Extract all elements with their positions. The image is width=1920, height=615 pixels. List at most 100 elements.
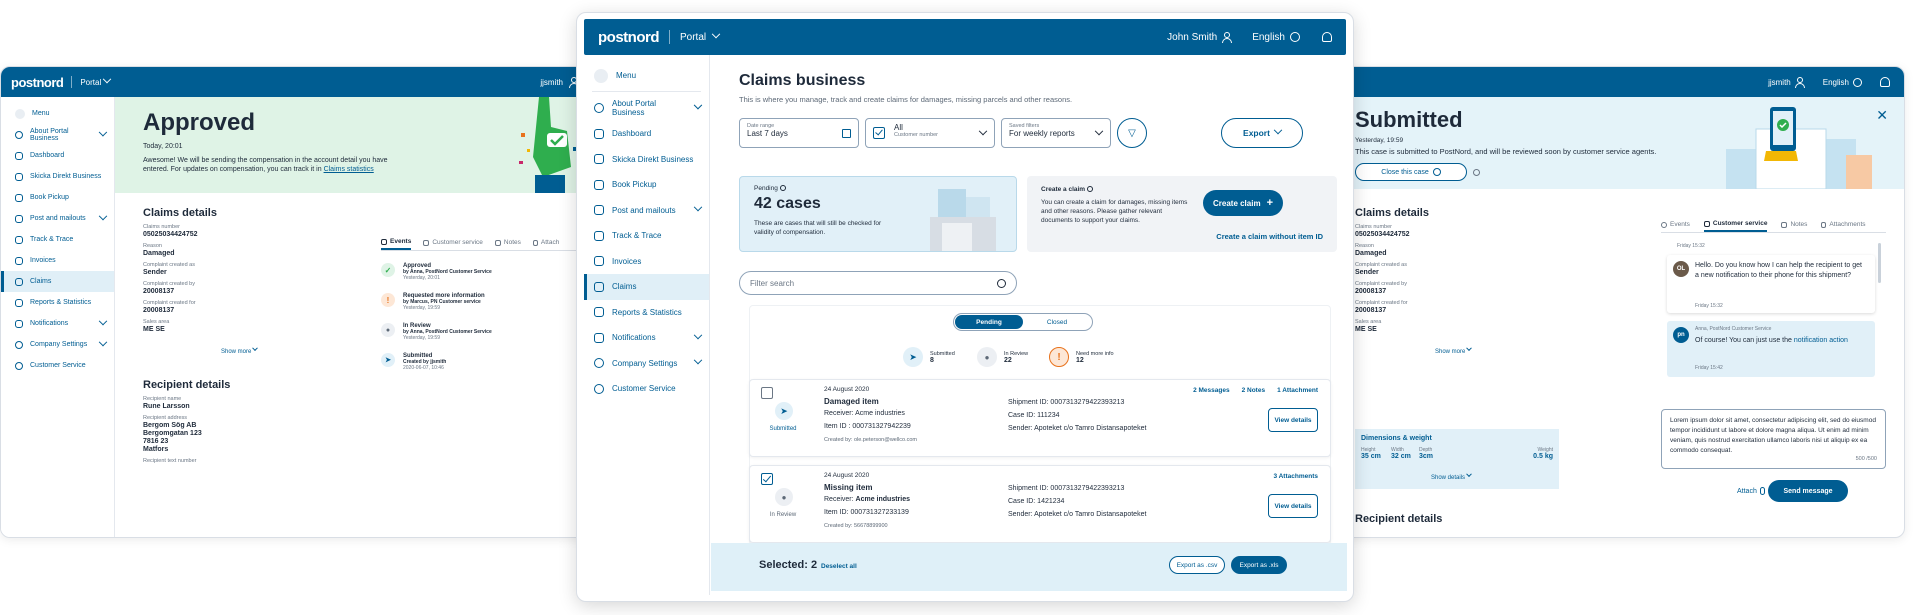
bell-icon[interactable] (1880, 77, 1890, 87)
info-icon[interactable] (1473, 169, 1480, 176)
chat-thread[interactable]: Friday 15:32 OL Hello. Do you know how I… (1667, 243, 1881, 391)
sidebar-item-about[interactable]: About Portal Business (1, 124, 114, 145)
notes-link[interactable]: 2 Notes (1242, 387, 1265, 394)
tab-customer-service[interactable]: Customer service (1703, 217, 1768, 232)
user-menu[interactable]: jjsmith (1768, 76, 1805, 88)
sidebar-item-post[interactable]: Post and mailouts (584, 198, 709, 224)
export-button[interactable]: Export (1221, 118, 1303, 148)
globe-icon (1853, 77, 1862, 87)
page-title: Claims business (739, 72, 866, 89)
sidebar-item-dashboard[interactable]: Dashboard (584, 121, 709, 147)
attachments-link[interactable]: 1 Attachment (1277, 387, 1318, 394)
view-details-button[interactable]: View details (1268, 494, 1318, 518)
sidebar-item-invoices[interactable]: Invoices (584, 249, 709, 275)
sidebar-item-skicka[interactable]: Skicka Direkt Business (1, 166, 114, 187)
sidebar-item-reports[interactable]: Reports & Statistics (1, 292, 114, 313)
sidebar-item-about[interactable]: About Portal Business (584, 96, 709, 122)
saved-filters-select[interactable]: Saved filters For weekly reports (1001, 118, 1111, 148)
language-menu[interactable]: English (1252, 32, 1300, 43)
sidebar-item-claims[interactable]: Claims (584, 274, 709, 300)
scrollbar[interactable] (1878, 243, 1881, 283)
close-icon[interactable]: ✕ (1876, 107, 1888, 124)
deselect-all-link[interactable]: Deselect all (821, 563, 857, 570)
postnord-logo[interactable]: postnord (598, 29, 660, 46)
close-case-button[interactable]: Close this case (1355, 163, 1467, 181)
message-textarea[interactable]: Lorem ipsum dolor sit amet, consectetur … (1661, 409, 1886, 469)
stat-need-more-info[interactable]: ! Need more info 12 (1049, 345, 1114, 369)
tab-attachments[interactable]: Attachments (1821, 217, 1866, 232)
segment-closed[interactable]: Closed (1023, 315, 1091, 329)
create-claim-button[interactable]: Create claim + (1203, 190, 1283, 216)
pending-card[interactable]: Pending 42 cases These are cases that wi… (739, 176, 1017, 252)
attachments-link[interactable]: 3 Attachments (1273, 473, 1318, 480)
field-value: 20008137 (143, 288, 175, 295)
create-claim-card: Create a claim You can create a claim fo… (1027, 176, 1337, 252)
card-title: Damaged item (824, 397, 879, 406)
postnord-logo[interactable]: postnord (11, 75, 64, 90)
send-message-button[interactable]: Send message (1768, 480, 1848, 502)
sidebar-item-notifications[interactable]: Notifications (1, 313, 114, 334)
show-more-button[interactable]: Show more (221, 345, 343, 355)
alert-icon: ! (381, 293, 395, 307)
sidebar-item-company[interactable]: Company Settings (584, 351, 709, 377)
user-menu[interactable]: jjsmith (540, 76, 579, 88)
sidebar-item-invoices[interactable]: Invoices (1, 250, 114, 271)
attach-button[interactable]: Attach (1737, 487, 1765, 495)
user-menu[interactable]: John Smith (1167, 31, 1233, 43)
field-value: ME SE (143, 326, 165, 333)
sidebar-item-reports[interactable]: Reports & Statistics (584, 300, 709, 326)
row-checkbox[interactable] (761, 473, 773, 485)
sidebar-item-menu[interactable]: Menu (1, 103, 114, 124)
segment-pending[interactable]: Pending (955, 315, 1023, 329)
tab-events[interactable]: Events (381, 235, 412, 250)
export-label: Export (1243, 128, 1270, 138)
field-label: Recipient text number (143, 458, 197, 464)
sidebar-item-notifications[interactable]: Notifications (584, 325, 709, 351)
sidebar-item-track[interactable]: Track & Trace (1, 229, 114, 250)
claim-card[interactable]: ● In Review 24 August 2020 Missing item … (749, 465, 1331, 543)
export-csv-button[interactable]: Export as .csv (1169, 556, 1225, 574)
portal-menu[interactable]: Portal (680, 29, 721, 43)
sidebar-item-track[interactable]: Track & Trace (584, 223, 709, 249)
row-checkbox[interactable] (761, 387, 773, 399)
claim-card[interactable]: ➤ Submitted 24 August 2020 Damaged item … (749, 379, 1331, 457)
create-claim-without-id-link[interactable]: Create a claim without item ID (1216, 232, 1323, 241)
date-range-select[interactable]: Date range Last 7 days (739, 118, 859, 148)
view-details-button[interactable]: View details (1268, 408, 1318, 432)
sidebar-item-pickup[interactable]: Book Pickup (584, 172, 709, 198)
sidebar-item-pickup[interactable]: Book Pickup (1, 187, 114, 208)
sidebar-item-menu[interactable]: Menu (584, 63, 709, 89)
shipment-value: 0007313279422393213 (1050, 485, 1125, 492)
stat-submitted[interactable]: ➤ Submitted 8 (903, 345, 955, 369)
sidebar-item-post[interactable]: Post and mailouts (1, 208, 114, 229)
sidebar-item-dashboard[interactable]: Dashboard (1, 145, 114, 166)
sidebar-item-customer-service[interactable]: Customer Service (1, 355, 114, 376)
tab-attachments[interactable]: Attach (532, 235, 560, 250)
tab-events[interactable]: Events (1661, 217, 1690, 232)
invoice-icon (15, 256, 23, 265)
notification-action-link[interactable]: notification action (1794, 337, 1848, 344)
user-name: jjsmith (540, 77, 563, 87)
messages-link[interactable]: 2 Messages (1193, 387, 1230, 394)
tab-notes[interactable]: Notes (1781, 217, 1807, 232)
show-details-button[interactable]: Show details (1431, 471, 1472, 481)
tab-notes[interactable]: Notes (494, 235, 521, 250)
portal-menu[interactable]: Portal (80, 74, 112, 87)
show-more-button[interactable]: Show more (1435, 345, 1555, 355)
bell-icon[interactable] (1322, 32, 1332, 42)
export-xls-button[interactable]: Export as .xls (1231, 556, 1287, 574)
sidebar-item-skicka[interactable]: Skicka Direkt Business (584, 147, 709, 173)
language-menu[interactable]: English (1823, 77, 1862, 87)
customer-number-select[interactable]: All Customer number (865, 118, 995, 148)
sidebar-item-customer-service[interactable]: Customer Service (584, 376, 709, 402)
card-receiver: Receiver: Acme industries (824, 410, 905, 417)
filter-button[interactable]: ▽ (1117, 118, 1147, 148)
claims-statistics-link[interactable]: Claims statistics (324, 166, 374, 173)
tab-label: Attach (540, 239, 560, 246)
megaphone-icon (594, 332, 604, 343)
sidebar-item-company[interactable]: Company Settings (1, 334, 114, 355)
stat-in-review[interactable]: ● In Review 22 (977, 345, 1028, 369)
tab-customer-service[interactable]: Customer service (423, 235, 483, 250)
filter-search-input[interactable]: Filter search (739, 271, 1017, 295)
sidebar-item-claims[interactable]: Claims (1, 271, 114, 292)
